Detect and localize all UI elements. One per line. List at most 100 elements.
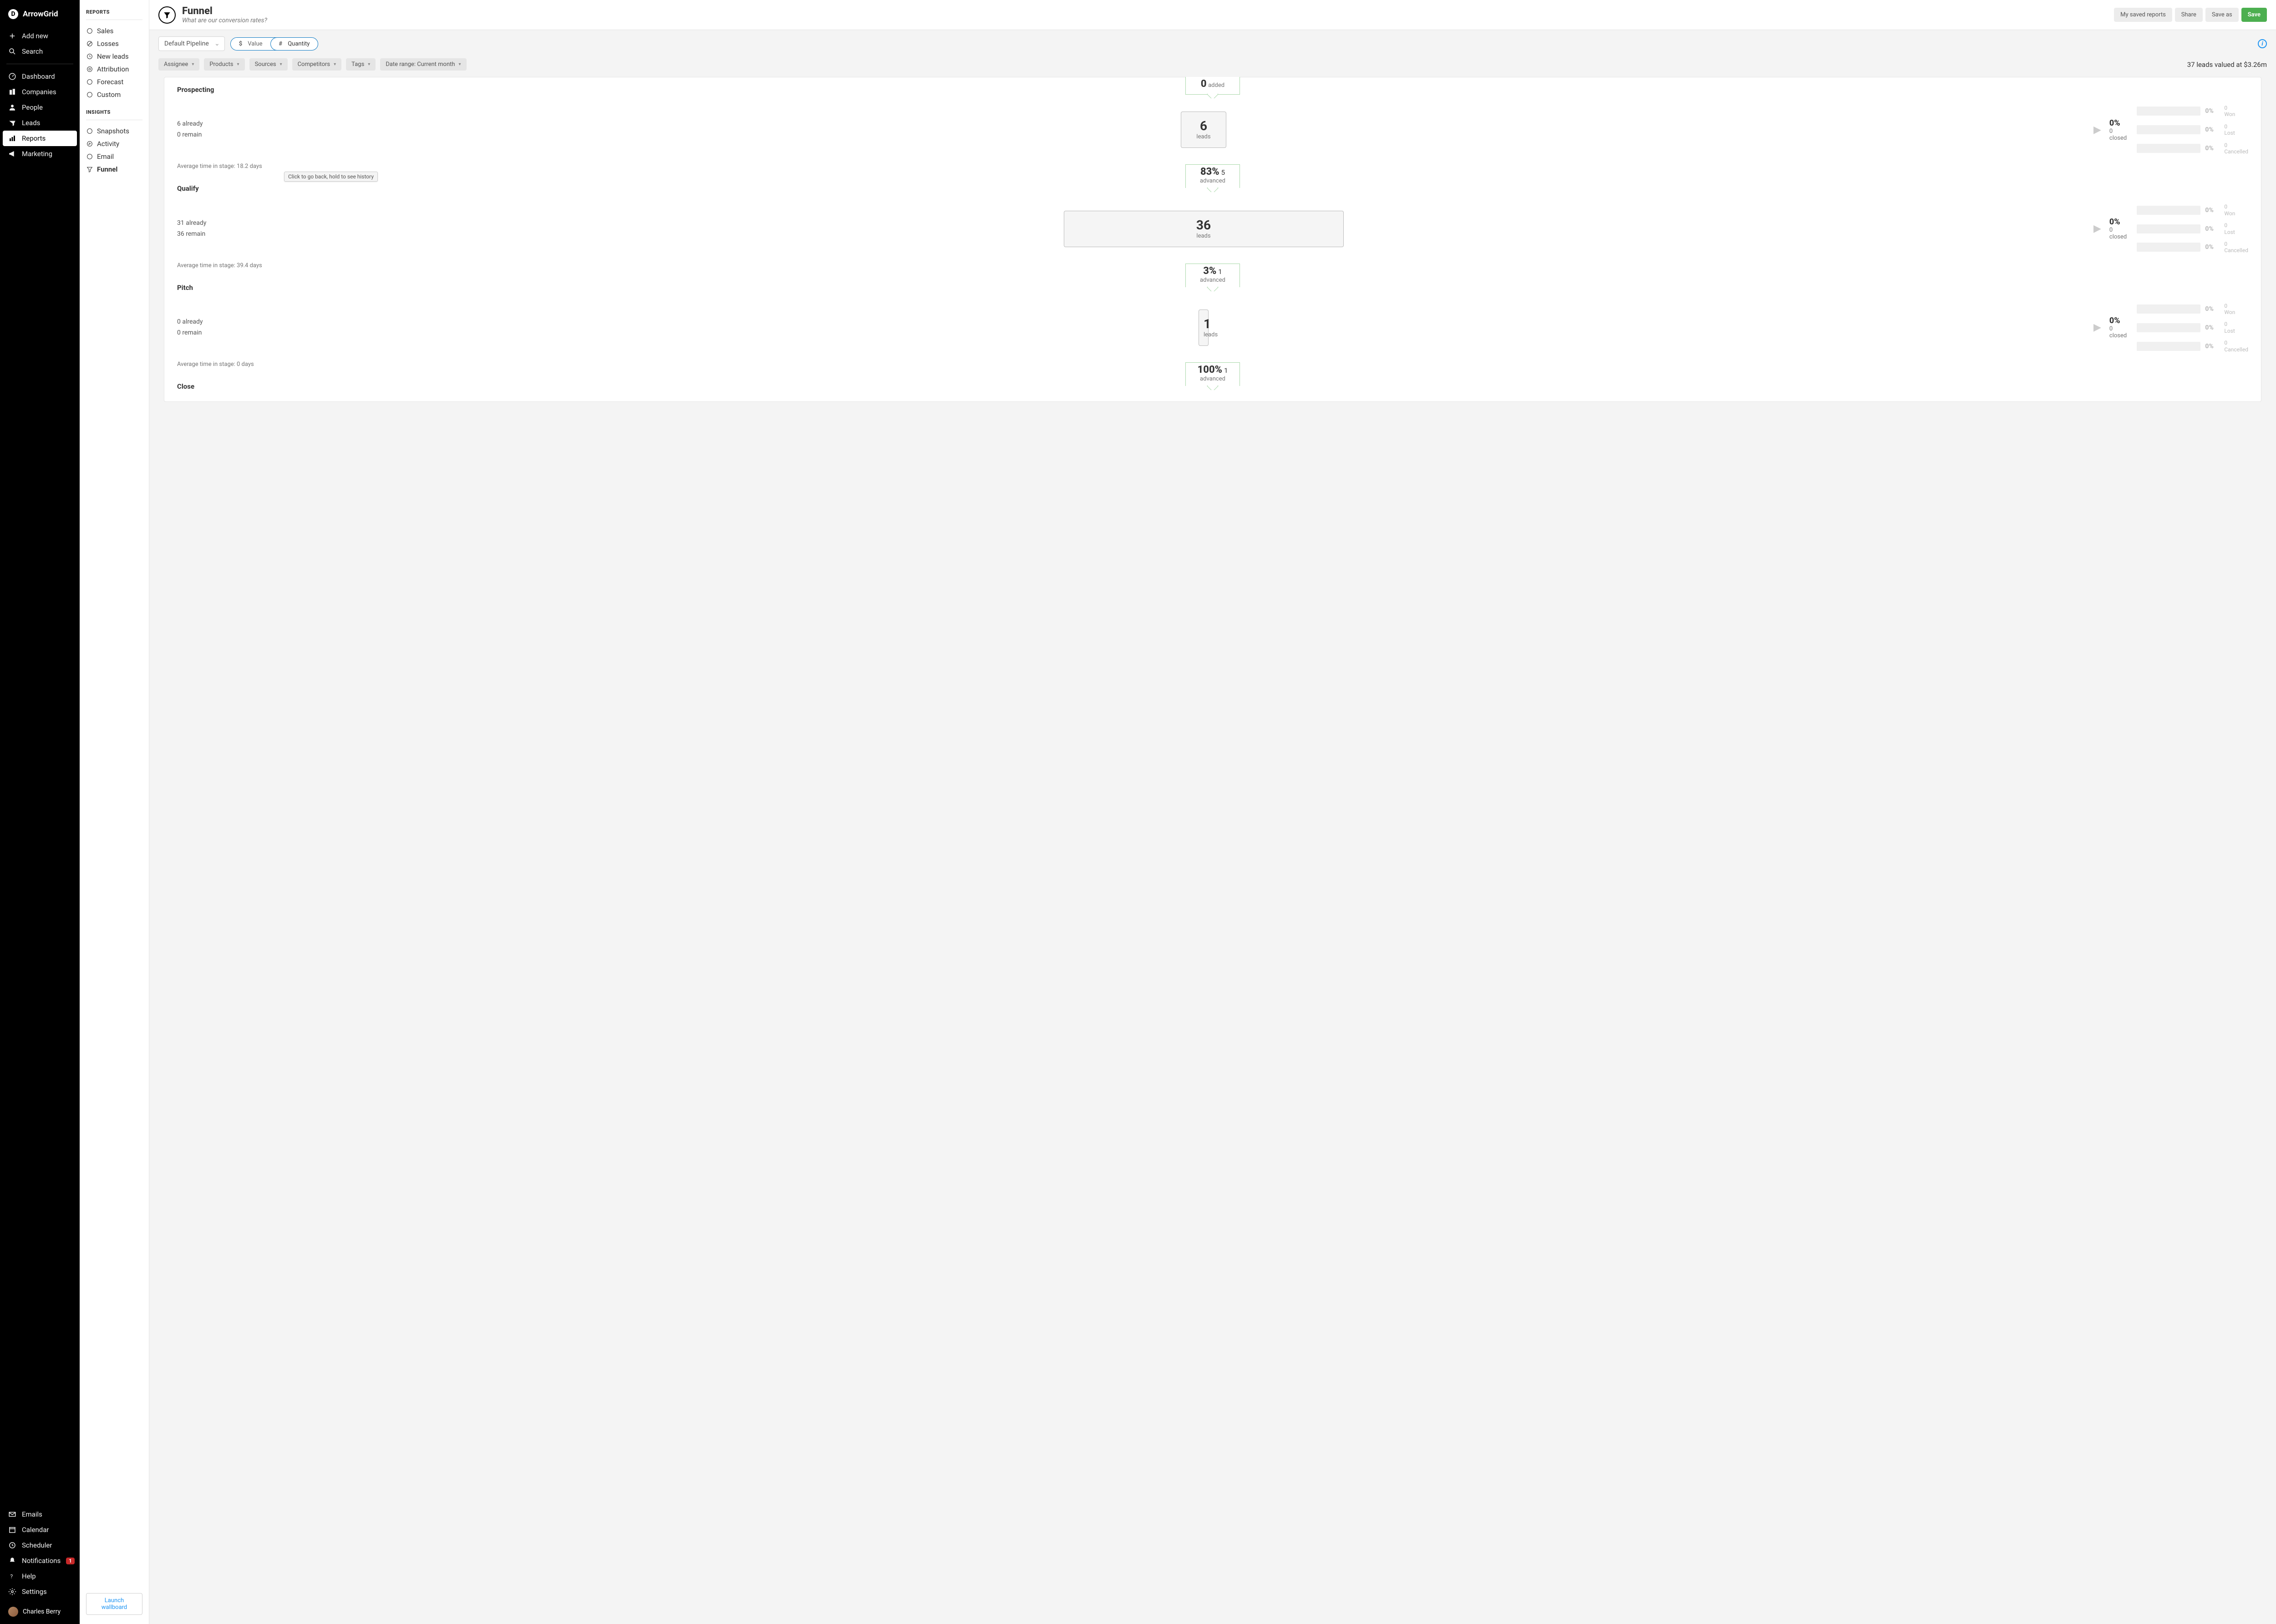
reports-sales[interactable]: Sales [86, 25, 142, 37]
nav-companies[interactable]: Companies [0, 84, 80, 100]
add-new-button[interactable]: Add new [0, 28, 80, 44]
filter-tags[interactable]: Tags▾ [346, 58, 376, 71]
help-icon: ? [8, 1572, 16, 1580]
info-icon[interactable]: i [2258, 39, 2267, 48]
bell-icon [8, 1557, 16, 1565]
pipeline-dropdown[interactable]: Default Pipeline ⌄ [158, 36, 225, 51]
reports-new-leads[interactable]: New leads [86, 50, 142, 63]
activity-icon [86, 140, 93, 147]
snapshot-icon [86, 127, 93, 135]
forecast-icon [86, 78, 93, 86]
nav-marketing-label: Marketing [22, 150, 52, 158]
reports-attribution[interactable]: Attribution [86, 63, 142, 76]
nav-people[interactable]: People [0, 100, 80, 115]
insights-activity[interactable]: Activity [86, 137, 142, 150]
outcome-won: 0%0Won [2137, 303, 2248, 316]
nav-help-label: Help [22, 1572, 36, 1580]
closed-label: 0 closed [2109, 227, 2129, 240]
user-menu[interactable]: Charles Berry [0, 1599, 80, 1624]
search-label: Search [22, 47, 43, 56]
page-subtitle: What are our conversion rates? [182, 17, 267, 24]
nav-emails[interactable]: Emails [0, 1507, 80, 1522]
filter-competitors[interactable]: Competitors▾ [292, 58, 342, 71]
reports-losses[interactable]: Losses [86, 37, 142, 50]
closed-label: 0 closed [2109, 325, 2129, 339]
outcome-grid: 0%0Won 0%0Lost 0%0Cancelled [2137, 105, 2248, 155]
insights-snapshots[interactable]: Snapshots [86, 125, 142, 137]
toggle-value[interactable]: $ Value [231, 38, 271, 50]
reports-forecast[interactable]: Forecast [86, 76, 142, 88]
nav-notifications-label: Notifications [22, 1557, 61, 1565]
reports-custom[interactable]: Custom [86, 88, 142, 101]
nav-scheduler-label: Scheduler [22, 1541, 52, 1549]
svg-text:?: ? [10, 1573, 13, 1580]
value-quantity-toggle: $ Value # Quantity [230, 37, 319, 51]
filter-date-range[interactable]: Date range: Current month▾ [380, 58, 466, 71]
arrow-right-icon: ▶ [2093, 124, 2101, 136]
nav-scheduler[interactable]: Scheduler [0, 1538, 80, 1553]
remain-text: 0 remain [177, 328, 314, 339]
toggle-quantity[interactable]: # Quantity [270, 37, 319, 51]
reports-heading: REPORTS [86, 9, 142, 15]
leads-count: 6 [1186, 118, 1221, 133]
nav-people-label: People [22, 103, 43, 112]
filter-products[interactable]: Products▾ [204, 58, 244, 71]
search-button[interactable]: Search [0, 44, 80, 59]
slash-icon [86, 40, 93, 47]
advanced-count: 1 [1218, 268, 1222, 276]
outcome-lost: 0%0Lost [2137, 123, 2248, 137]
outcome-lost: 0%0Lost [2137, 222, 2248, 235]
reports-sidebar: REPORTS Sales Losses New leads Attributi… [80, 0, 149, 1624]
user-name: Charles Berry [23, 1608, 61, 1615]
closed-pct: 0% [2109, 316, 2129, 325]
nav-help[interactable]: ? Help [0, 1568, 80, 1584]
insights-funnel[interactable]: Funnel [86, 163, 142, 176]
history-tooltip: Click to go back, hold to see history [284, 172, 378, 182]
filter-sources[interactable]: Sources▾ [249, 58, 288, 71]
brand[interactable]: D ArrowGrid [0, 0, 80, 28]
funnel-icon [86, 166, 93, 173]
nav-dashboard[interactable]: Dashboard [0, 69, 80, 84]
funnel-area[interactable]: 0 added Prospecting 6 already 0 remain 6 [149, 77, 2276, 1624]
insights-heading: INSIGHTS [86, 109, 142, 115]
main-content: Click to go back, hold to see history Fu… [149, 0, 2276, 1624]
nav-marketing[interactable]: Marketing [0, 146, 80, 162]
filter-assignee[interactable]: Assignee▾ [158, 58, 199, 71]
already-text: 31 already [177, 218, 314, 229]
advanced-banner: 83%5 advanced [1185, 164, 1240, 188]
notifications-badge: 1 [66, 1558, 74, 1564]
nav-reports[interactable]: Reports [3, 131, 77, 146]
nav-dashboard-label: Dashboard [22, 72, 55, 81]
save-as-button[interactable]: Save as [2205, 8, 2239, 22]
my-saved-reports-button[interactable]: My saved reports [2114, 8, 2172, 22]
advanced-count: 5 [1221, 168, 1225, 177]
leads-box[interactable]: 36 leads [1064, 211, 1344, 247]
nav-calendar[interactable]: Calendar [0, 1522, 80, 1538]
share-button[interactable]: Share [2175, 8, 2203, 22]
plus-icon [8, 32, 16, 40]
outcome-won: 0%0Won [2137, 203, 2248, 217]
chevron-down-icon: ⌄ [214, 40, 220, 47]
added-label: added [1208, 82, 1224, 89]
insights-email[interactable]: Email [86, 150, 142, 163]
added-banner: 0 added [1185, 77, 1240, 95]
outcome-cancelled: 0%0Cancelled [2137, 241, 2248, 254]
nav-leads[interactable]: Leads [0, 115, 80, 131]
already-text: 0 already [177, 317, 314, 328]
closed-label: 0 closed [2109, 128, 2129, 142]
filter-bar: Default Pipeline ⌄ $ Value # Quantity i … [149, 30, 2276, 77]
outcome-cancelled: 0%0Cancelled [2137, 142, 2248, 155]
nav-notifications[interactable]: Notifications 1 [0, 1553, 80, 1568]
launch-wallboard-button[interactable]: Launch wallboard [86, 1593, 142, 1615]
custom-icon [86, 91, 93, 98]
leads-box[interactable]: 1 leads [1199, 310, 1209, 346]
remain-text: 36 remain [177, 229, 314, 240]
chevron-down-icon: ▾ [334, 62, 336, 67]
megaphone-icon [8, 150, 16, 158]
chevron-down-icon: ▾ [237, 62, 239, 67]
save-button[interactable]: Save [2241, 8, 2267, 22]
leads-box[interactable]: 6 leads [1181, 112, 1226, 148]
nav-settings[interactable]: Settings [0, 1584, 80, 1599]
scheduler-icon [8, 1541, 16, 1549]
outcome-cancelled: 0%0Cancelled [2137, 340, 2248, 353]
